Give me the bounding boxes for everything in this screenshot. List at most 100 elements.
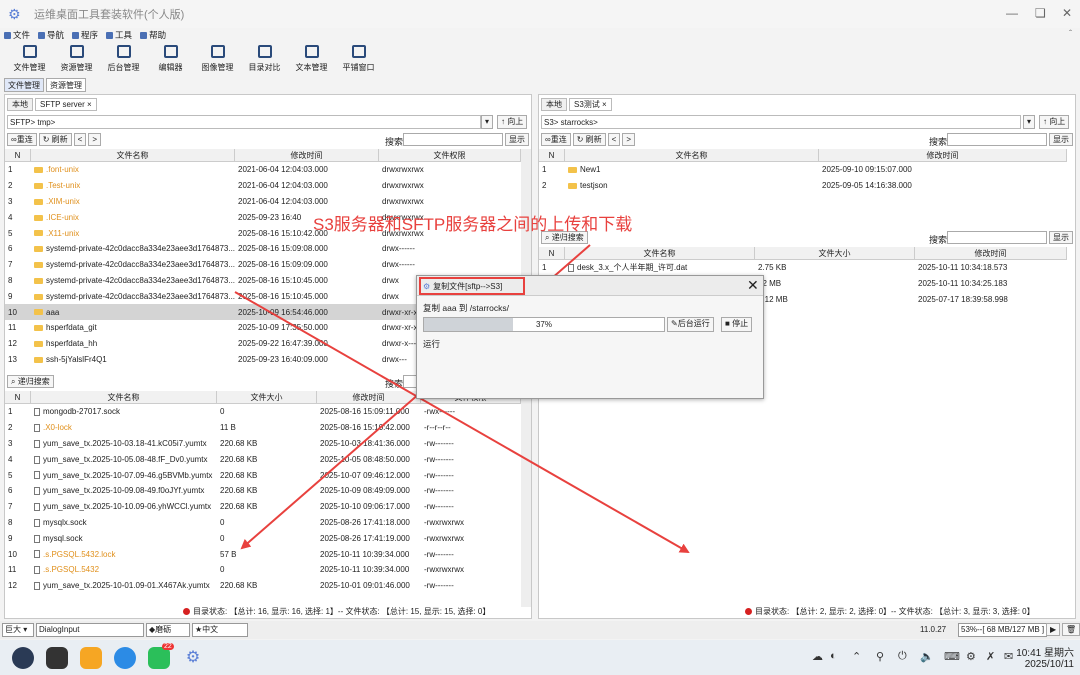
chevron-up-icon[interactable]: ⌃ [852, 650, 861, 663]
col-size[interactable]: 文件大小 [755, 246, 915, 260]
tab-sftp-server[interactable]: SFTP server × [35, 97, 97, 111]
recursive-search-button[interactable]: ⌕ 递归搜索 [7, 375, 54, 388]
table-row[interactable]: 8 mysqlx.sock 0 2025-08-26 17:41:18.000 -rwx… [5, 515, 521, 531]
table-row[interactable]: 1 New1 2025-09-10 09:15:07.000 [539, 162, 1067, 178]
table-row[interactable]: 1 desk_3.x_个人半年期_许可.dat 2.75 KB 2025-10-11 … [539, 260, 1067, 276]
col-time[interactable]: 修改时间 [819, 148, 1067, 162]
table-row[interactable]: 7 yum_save_tx.2025-10-10.09-06.yhWCCl.yum… [5, 499, 521, 515]
volume-icon[interactable]: 🔈 [920, 650, 934, 663]
show-button[interactable]: 显示 [505, 133, 529, 146]
tab-local[interactable]: 本地 [541, 97, 567, 111]
half-circle-icon[interactable]: ◐ [830, 650, 837, 662]
table-row[interactable]: 9 mysql.sock 0 2025-08-26 17:41:19.000 -rwxr… [5, 530, 521, 546]
col-n[interactable]: N [539, 246, 565, 260]
col-perm[interactable]: 文件权限 [379, 148, 521, 162]
tab-file-manager[interactable]: 文件管理 [4, 78, 44, 92]
keyboard-icon[interactable]: ⌨ [944, 650, 960, 663]
cloud-icon[interactable]: ☁ [812, 650, 823, 663]
dir-compare-button[interactable]: 目录对比 [241, 43, 288, 75]
table-row[interactable]: 1 mongodb-27017.sock 0 2025-08-16 15:09:11.… [5, 404, 521, 420]
clock-date[interactable]: 2025/10/11 [1014, 659, 1074, 670]
tile-windows-button[interactable]: 平铺窗口 [335, 43, 382, 75]
font-size-select[interactable]: 巨大 ▾ [2, 623, 34, 637]
language-select[interactable]: ★中文 [192, 623, 248, 637]
table-row[interactable]: 7 systemd-private-42c0dacc8a334e23aee3d17… [5, 257, 521, 273]
ops-tool-icon[interactable]: ⚙ [182, 646, 204, 669]
trash-button[interactable]: 🗑 [1062, 623, 1080, 636]
tab-resource-manager[interactable]: 资源管理 [46, 78, 86, 92]
file-search-input[interactable] [947, 231, 1047, 244]
table-row[interactable]: 3 .XIM-unix 2021-06-04 12:04:03.000 drwxrwx… [5, 194, 521, 210]
minimize-icon[interactable]: — [1006, 6, 1018, 20]
col-name[interactable]: 文件名称 [565, 148, 819, 162]
table-row[interactable]: 3 yum_save_tx.2025-10-03.18-41.kC05i7.yum… [5, 436, 521, 452]
tab-local[interactable]: 本地 [7, 97, 33, 111]
table-row[interactable]: 10 .s.PGSQL.5432.lock 57 B 2025-10-11 10:39… [5, 546, 521, 562]
image-manager-button[interactable]: 图像管理 [194, 43, 241, 75]
table-row[interactable]: 4 yum_save_tx.2025-10-05.08-48.fF_Dv0.yum… [5, 451, 521, 467]
clock-time[interactable]: 10:41 星期六 [1014, 644, 1074, 659]
search-input[interactable] [403, 133, 503, 146]
close-window-icon[interactable]: ✕ [1062, 6, 1072, 20]
path-bar[interactable]: S3> starrocks> [541, 115, 1021, 129]
refresh-button[interactable]: ↻ 刷新 [572, 133, 606, 146]
col-n[interactable]: N [5, 390, 31, 404]
collapse-icon[interactable]: ˆ [1069, 28, 1072, 38]
table-row[interactable]: 5 yum_save_tx.2025-10-07.09-46.g5BVMb.yum… [5, 467, 521, 483]
run-gc-button[interactable]: ▶ [1046, 623, 1061, 636]
reconnect-button[interactable]: ∞重连 [541, 133, 571, 146]
menu-help[interactable]: 帮助 [140, 29, 166, 41]
forward-button[interactable]: > [88, 133, 101, 146]
resource-manager-button[interactable]: 资源管理 [53, 43, 100, 75]
col-time[interactable]: 修改时间 [317, 390, 421, 404]
restore-icon[interactable]: ❏ [1035, 6, 1046, 20]
browser-icon[interactable] [114, 646, 136, 669]
table-row[interactable]: 11 .s.PGSQL.5432 0 2025-10-11 10:39:34.000 -… [5, 562, 521, 578]
dark-app-icon[interactable] [46, 646, 68, 669]
col-name[interactable]: 文件名称 [31, 390, 217, 404]
start-menu-icon[interactable] [12, 646, 34, 669]
col-time[interactable]: 修改时间 [915, 246, 1067, 260]
power-icon[interactable]: ⏻ [898, 650, 907, 663]
text-manager-button[interactable]: 文本管理 [288, 43, 335, 75]
col-n[interactable]: N [5, 148, 31, 162]
col-n[interactable]: N [539, 148, 565, 162]
menu-nav[interactable]: 导航 [38, 29, 64, 41]
tab-close-icon[interactable]: × [602, 100, 607, 109]
forward-button[interactable]: > [622, 133, 635, 146]
table-row[interactable]: 2 testjson 2025-09-05 14:16:38.000 [539, 178, 1067, 194]
table-row[interactable]: 2 .X0-lock 11 B 2025-08-16 15:10:42.000 -r--… [5, 420, 521, 436]
col-name[interactable]: 文件名称 [565, 246, 755, 260]
stop-button[interactable]: ■ 停止 [721, 317, 753, 332]
theme-select[interactable]: ◆磨砺 [146, 623, 190, 637]
backend-manager-button[interactable]: 后台管理 [100, 43, 147, 75]
table-row[interactable]: 2 .Test-unix 2021-06-04 12:04:03.000 drwxrw… [5, 178, 521, 194]
table-row[interactable]: 12 yum_save_tx.2025-10-01.09-01.X467Ak.yu… [5, 578, 521, 594]
notes-app-icon[interactable] [80, 646, 102, 669]
dialog-close-icon[interactable]: ✕ [747, 277, 759, 294]
col-time[interactable]: 修改时间 [235, 148, 379, 162]
file-manager-button[interactable]: 文件管理 [6, 43, 53, 75]
show-button[interactable]: 显示 [1049, 133, 1073, 146]
bluetooth-icon[interactable]: ✗ [986, 650, 995, 663]
col-size[interactable]: 文件大小 [217, 390, 317, 404]
up-button[interactable]: ↑ 向上 [1039, 115, 1070, 129]
path-dropdown-icon[interactable]: ▾ [1023, 115, 1036, 129]
path-dropdown-icon[interactable]: ▾ [481, 115, 494, 129]
refresh-button[interactable]: ↻ 刷新 [38, 133, 72, 146]
file-scrollbar[interactable] [521, 391, 531, 607]
notification-icon[interactable]: ✉ [1004, 650, 1013, 663]
search-input[interactable] [947, 133, 1047, 146]
table-row[interactable]: 6 systemd-private-42c0dacc8a334e23aee3d17… [5, 241, 521, 257]
col-name[interactable]: 文件名称 [31, 148, 235, 162]
up-button[interactable]: ↑ 向上 [497, 115, 528, 129]
path-bar[interactable]: SFTP> tmp> [7, 115, 481, 129]
table-row[interactable]: 6 yum_save_tx.2025-10-09.08-49.f0oJYf.yum… [5, 483, 521, 499]
network-icon[interactable]: ⚙ [966, 650, 976, 663]
back-button[interactable]: < [607, 133, 621, 146]
editor-button[interactable]: 编辑器 [147, 43, 194, 75]
menu-file[interactable]: 文件 [4, 29, 30, 41]
background-run-button[interactable]: ✎后台运行 [667, 317, 714, 332]
chat-app-icon[interactable]: 22 [148, 642, 174, 669]
tab-close-icon[interactable]: × [87, 100, 92, 109]
